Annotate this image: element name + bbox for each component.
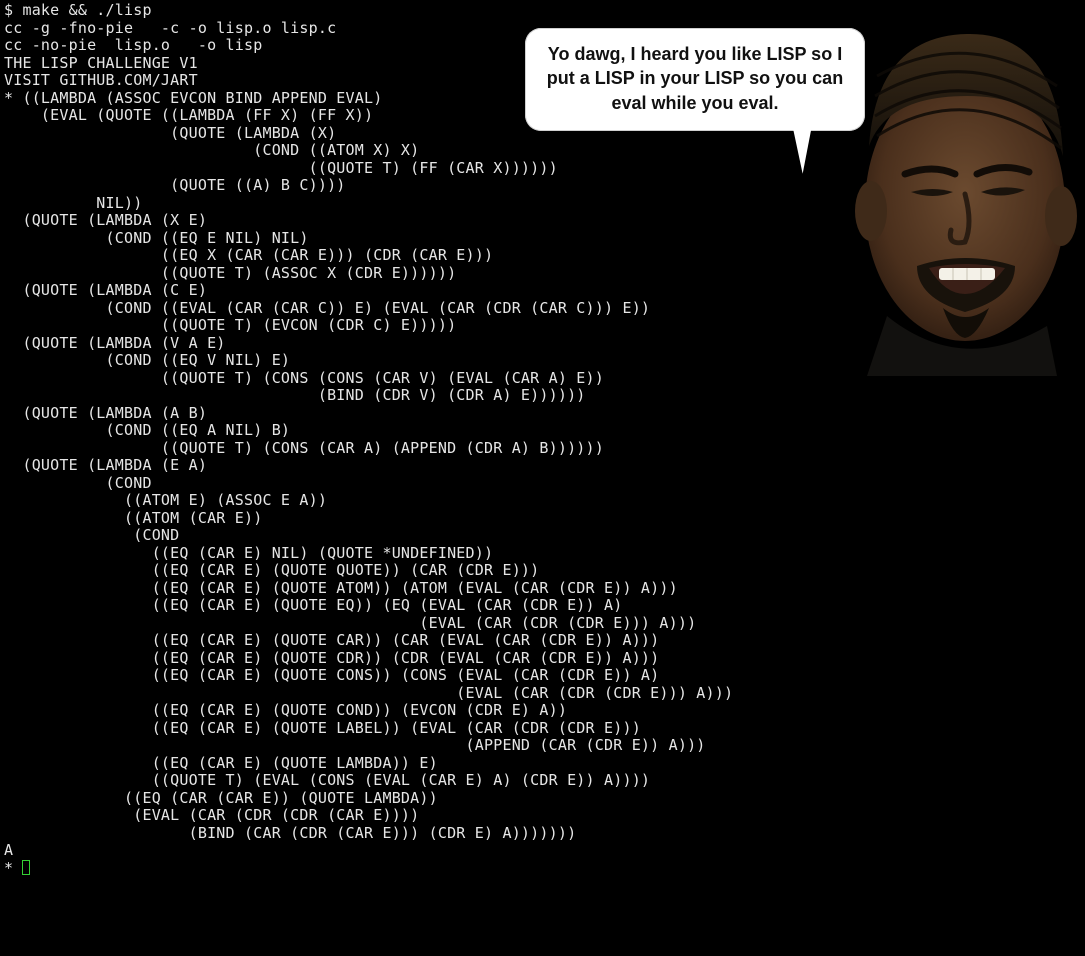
prompt-line[interactable]: *	[4, 859, 30, 877]
cursor	[22, 860, 30, 875]
terminal-text: $ make && ./lisp cc -g -fno-pie -c -o li…	[4, 1, 733, 859]
terminal-output[interactable]: $ make && ./lisp cc -g -fno-pie -c -o li…	[0, 0, 1085, 877]
prompt-symbol: *	[4, 859, 22, 877]
